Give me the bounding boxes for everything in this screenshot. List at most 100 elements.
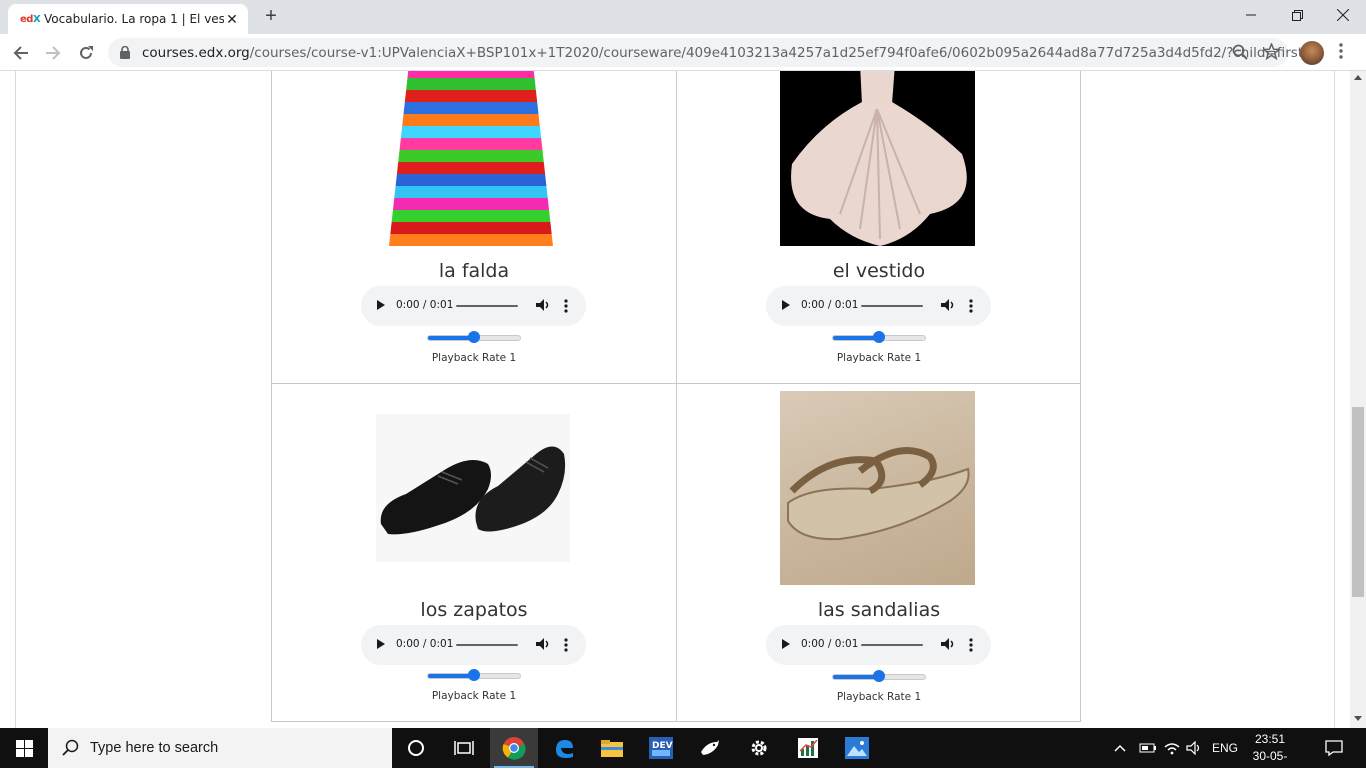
page-content: la falda 0:00 / 0:01 Playback Rate 1 el … [0,71,1350,728]
address-bar[interactable]: courses.edx.org/courses/course-v1:UPVale… [108,38,1303,67]
language-indicator[interactable]: ENG [1212,728,1238,768]
task-view-button[interactable] [440,728,488,768]
zoom-icon [1232,44,1248,60]
tab-close-icon[interactable]: ✕ [224,11,240,27]
close-window-button[interactable] [1320,0,1366,30]
clock-date: 30-05-2020 [1252,749,1288,780]
photos-taskbar-button[interactable] [833,728,881,768]
clock-time: 23:51 [1254,732,1286,746]
audio-player[interactable]: 0:00 / 0:01 [766,625,991,665]
browser-tab[interactable]: edX Vocabulario. La ropa 1 | El vestua ✕ [8,4,248,34]
cortana-button[interactable] [392,728,440,768]
slider-knob[interactable] [873,670,885,682]
audio-time: 0:00 / 0:01 [801,299,859,311]
audio-time: 0:00 / 0:01 [396,299,454,311]
restore-icon [1291,9,1303,21]
restore-button[interactable] [1274,0,1320,30]
settings-taskbar-button[interactable] [735,728,783,768]
chrome-menu-icon[interactable] [1339,43,1343,59]
bird-icon [701,740,719,755]
volume-icon[interactable] [536,298,550,312]
slider-knob[interactable] [468,669,480,681]
forward-button[interactable] [40,40,66,66]
new-tab-button[interactable]: + [260,6,282,28]
wifi-button[interactable] [1164,728,1180,768]
edx-favicon: edX [20,13,41,25]
reload-button[interactable] [73,40,99,66]
vocab-card-zapatos: los zapatos 0:00 / 0:01 Playback Rate 1 [272,384,676,704]
speaker-icon [1186,741,1200,755]
dev-icon: DEV [649,737,673,759]
playback-rate-slider[interactable] [427,669,521,681]
scroll-down-icon[interactable] [1354,716,1362,721]
minimize-button[interactable] [1228,0,1274,30]
slider-knob[interactable] [873,331,885,343]
taskbar-clock[interactable]: 23:51 30-05-2020 [1240,731,1300,782]
svg-text:DEV: DEV [652,741,673,751]
bird-app-taskbar-button[interactable] [686,728,734,768]
edge-icon [556,740,573,758]
bookmark-star-icon [1263,43,1280,60]
excel-chart-icon [798,738,818,758]
chart-app-taskbar-button[interactable] [784,728,832,768]
tab-title: Vocabulario. La ropa 1 | El vestua [44,12,224,26]
audio-seek-bar[interactable] [861,644,923,646]
page-scrollbar[interactable] [1350,71,1366,728]
url-text: courses.edx.org/courses/course-v1:UPVale… [142,45,1304,61]
search-icon [62,739,79,756]
photos-icon [845,737,869,759]
wifi-icon [1164,743,1180,755]
battery-button[interactable] [1139,728,1157,768]
vocab-card-falda: la falda 0:00 / 0:01 Playback Rate 1 [272,71,676,384]
audio-seek-bar[interactable] [456,644,518,646]
more-options-icon[interactable] [969,638,973,652]
playback-rate-label: Playback Rate 1 [431,690,517,702]
scroll-up-icon[interactable] [1354,75,1362,80]
playback-rate-slider[interactable] [832,670,926,682]
profile-avatar[interactable] [1300,41,1324,65]
dev-app-taskbar-button[interactable]: DEV [637,728,685,768]
start-button[interactable] [0,728,48,768]
audio-player[interactable]: 0:00 / 0:01 [361,625,586,665]
notifications-button[interactable] [1325,728,1343,768]
chrome-taskbar-button[interactable] [490,728,538,768]
playback-rate-slider[interactable] [832,331,926,343]
play-icon[interactable] [377,639,385,649]
reload-icon [80,46,93,59]
volume-icon[interactable] [941,298,955,312]
sandals-image [780,391,975,585]
volume-icon[interactable] [536,637,550,651]
more-options-icon[interactable] [564,299,568,313]
slider-knob[interactable] [468,331,480,343]
browser-toolbar: courses.edx.org/courses/course-v1:UPVale… [0,34,1366,71]
audio-seek-bar[interactable] [456,305,518,307]
file-explorer-icon [601,740,623,757]
audio-player[interactable]: 0:00 / 0:01 [361,286,586,326]
forward-arrow-icon [46,46,61,60]
play-icon[interactable] [782,639,790,649]
file-explorer-taskbar-button[interactable] [588,728,636,768]
windows-logo-icon [15,739,33,757]
volume-button[interactable] [1186,728,1202,768]
chevron-up-icon [1114,744,1126,752]
vocab-word: los zapatos [420,599,528,621]
show-hidden-icons-button[interactable] [1114,728,1126,768]
more-options-icon[interactable] [564,638,568,652]
back-button[interactable] [8,40,34,66]
volume-icon[interactable] [941,637,955,651]
audio-player[interactable]: 0:00 / 0:01 [766,286,991,326]
taskbar-search-box[interactable]: Type here to search [48,728,392,768]
playback-rate-label: Playback Rate 1 [836,691,922,703]
play-icon[interactable] [377,300,385,310]
search-placeholder: Type here to search [90,740,219,756]
audio-seek-bar[interactable] [861,305,923,307]
scrollbar-thumb[interactable] [1352,407,1364,597]
playback-rate-label: Playback Rate 1 [836,352,922,364]
vocab-word: el vestido [832,260,926,282]
playback-rate-slider[interactable] [427,331,521,343]
play-icon[interactable] [782,300,790,310]
settings-icon [751,740,767,756]
edge-taskbar-button[interactable] [540,728,588,768]
battery-icon [1139,743,1156,753]
more-options-icon[interactable] [969,299,973,313]
